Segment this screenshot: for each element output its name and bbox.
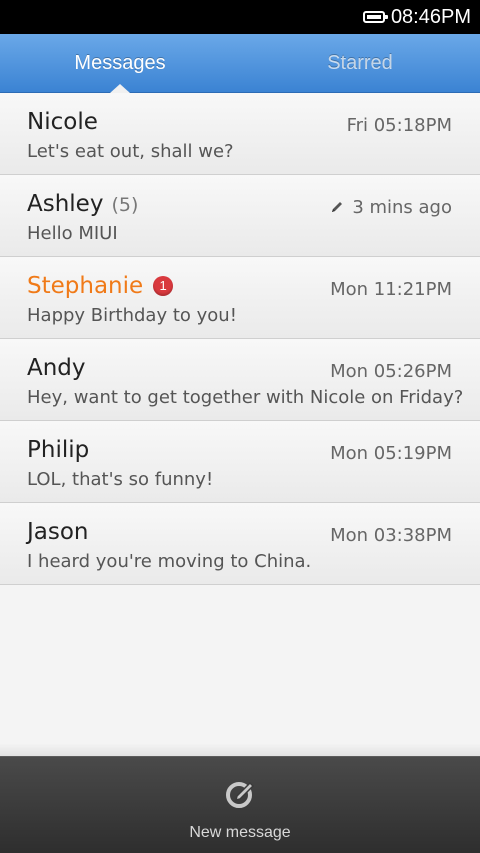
conversation-row-philip[interactable]: Philip Mon 05:19PM LOL, that's so funny! — [0, 421, 480, 503]
bottom-shadow — [0, 743, 480, 757]
tab-messages[interactable]: Messages — [0, 34, 240, 93]
new-message-button[interactable]: New message — [189, 824, 290, 842]
conversation-row-andy[interactable]: Andy Mon 05:26PM Hey, want to get togeth… — [0, 339, 480, 421]
battery-icon — [362, 11, 388, 23]
compose-icon[interactable] — [224, 778, 256, 814]
message-time: Mon 03:38PM — [330, 525, 452, 546]
message-preview: I heard you're moving to China. — [27, 551, 312, 572]
status-time: 08:46PM — [390, 5, 471, 28]
message-time: Mon 05:26PM — [330, 361, 452, 382]
message-time: Fri 05:18PM — [346, 115, 452, 136]
bottom-action-bar: New message — [0, 756, 480, 853]
contact-name: Stephanie 1 — [27, 273, 174, 299]
conversation-row-ashley[interactable]: Ashley (5) 3 mins ago Hello MIUI — [0, 175, 480, 257]
message-preview: Hello MIUI — [27, 223, 118, 244]
message-time-text: 3 mins ago — [352, 197, 452, 218]
tab-messages-label: Messages — [74, 51, 166, 74]
active-tab-indicator — [110, 84, 130, 93]
tab-starred-label: Starred — [327, 51, 393, 74]
contact-name-text: Stephanie — [27, 273, 144, 299]
message-preview: Hey, want to get together with Nicole on… — [27, 387, 464, 408]
message-preview: LOL, that's so funny! — [27, 469, 214, 490]
message-preview: Happy Birthday to you! — [27, 305, 237, 326]
message-time: Mon 05:19PM — [330, 443, 452, 464]
tab-bar: Messages Starred — [0, 34, 480, 93]
message-preview: Let's eat out, shall we? — [27, 141, 234, 162]
contact-name: Andy — [27, 355, 86, 381]
conversation-row-nicole[interactable]: Nicole Fri 05:18PM Let's eat out, shall … — [0, 93, 480, 175]
conversation-list: Nicole Fri 05:18PM Let's eat out, shall … — [0, 93, 480, 585]
pencil-icon — [330, 198, 344, 219]
conversation-row-jason[interactable]: Jason Mon 03:38PM I heard you're moving … — [0, 503, 480, 585]
message-count: (5) — [111, 194, 139, 216]
message-time: Mon 11:21PM — [330, 279, 452, 300]
unread-badge: 1 — [153, 276, 174, 296]
status-bar: 08:46PM — [0, 0, 480, 34]
contact-name: Jason — [27, 519, 89, 545]
contact-name: Ashley (5) — [27, 191, 138, 217]
contact-name-text: Ashley — [27, 191, 104, 217]
conversation-row-stephanie[interactable]: Stephanie 1 Mon 11:21PM Happy Birthday to… — [0, 257, 480, 339]
contact-name: Nicole — [27, 109, 98, 135]
message-time: 3 mins ago — [330, 197, 452, 219]
contact-name: Philip — [27, 437, 90, 463]
tab-starred[interactable]: Starred — [240, 34, 480, 92]
